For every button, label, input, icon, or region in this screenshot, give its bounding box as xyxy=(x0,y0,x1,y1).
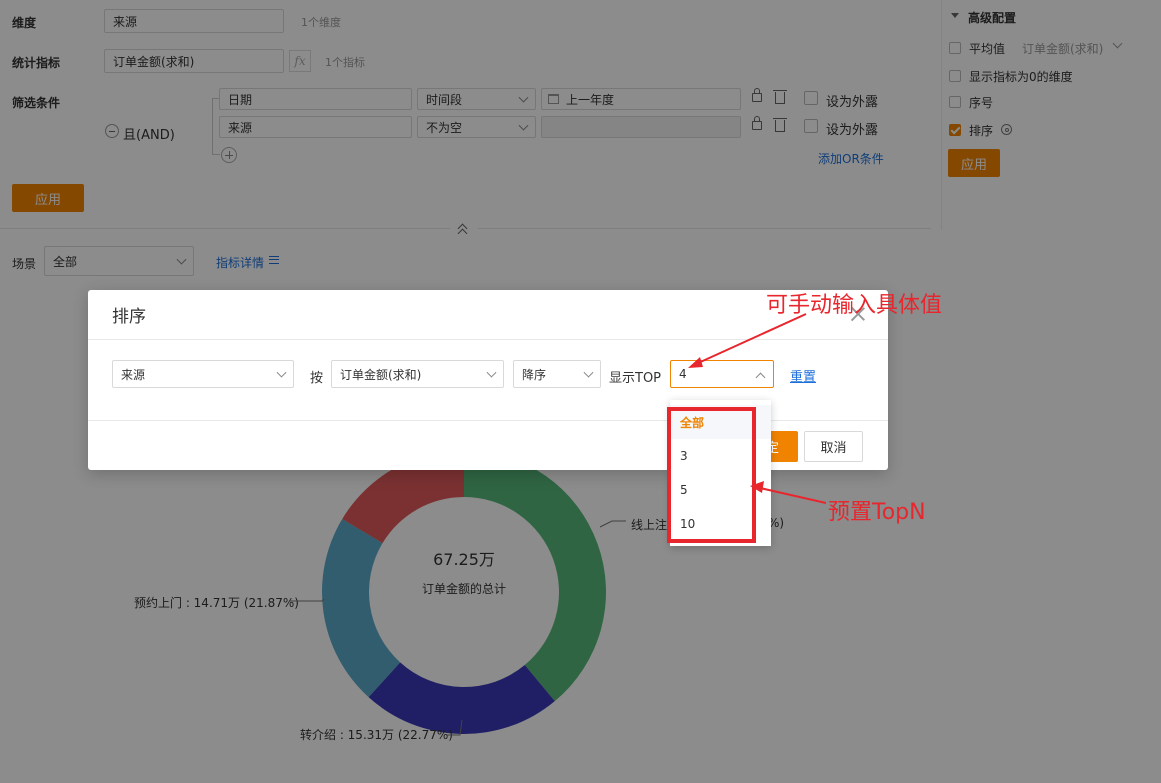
annotation-arrows xyxy=(688,313,827,504)
arrow-preset-head xyxy=(750,481,764,493)
arrow-preset-line xyxy=(759,487,827,504)
arrow-manual-line xyxy=(695,313,807,365)
arrow-manual-head xyxy=(688,357,703,368)
